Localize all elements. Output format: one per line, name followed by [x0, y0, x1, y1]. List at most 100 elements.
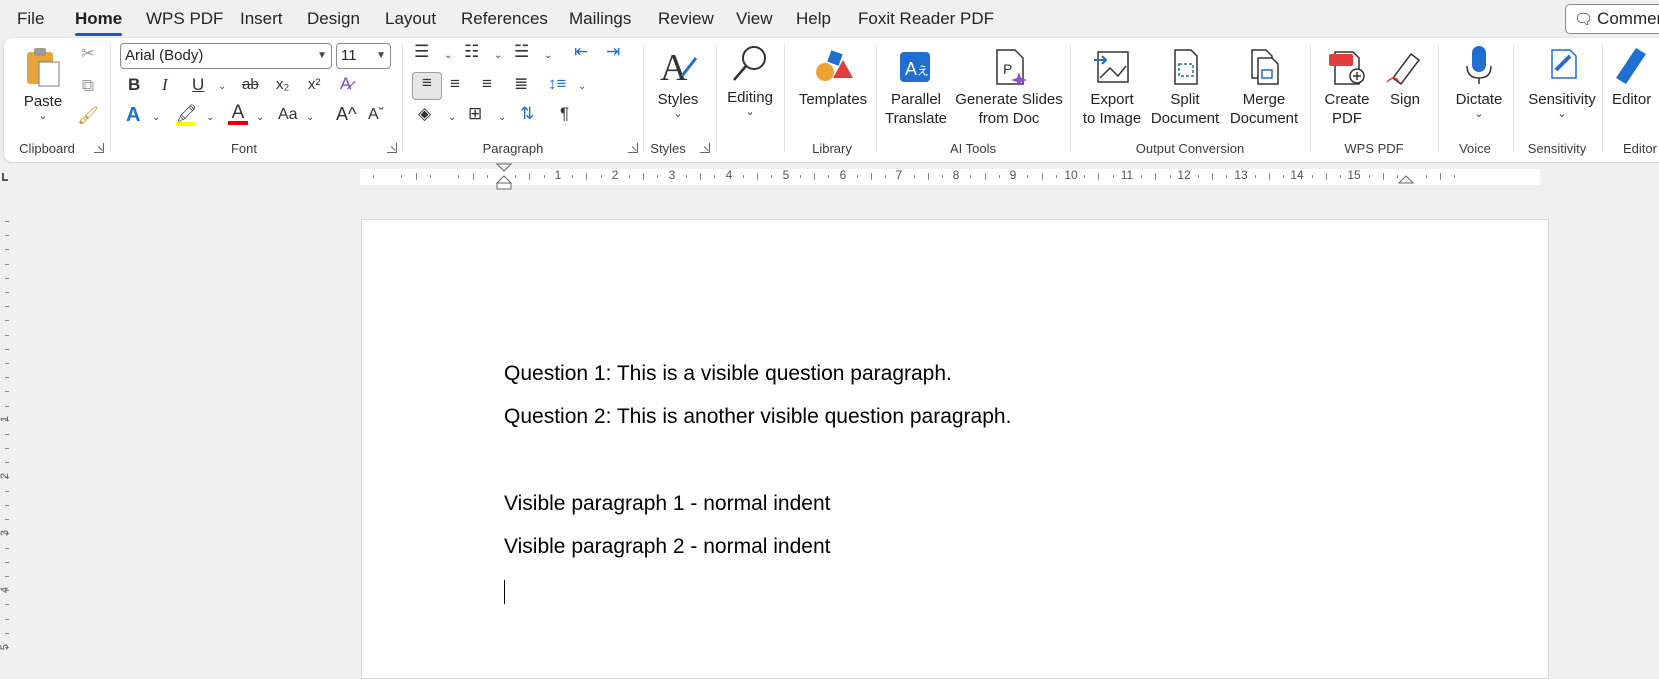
tab-file[interactable]: File [17, 9, 44, 29]
vertical-ruler-tick [5, 405, 9, 407]
shading-dropdown-icon[interactable]: ⌄ [448, 112, 456, 123]
tab-help[interactable]: Help [796, 9, 831, 29]
paste-button[interactable]: Paste ⌄ [20, 46, 66, 122]
text-effects-button[interactable]: A [126, 104, 140, 127]
borders-icon[interactable]: ⊞ [468, 104, 482, 124]
paragraph-visible-2[interactable]: Visible paragraph 2 - normal indent [504, 535, 830, 559]
create-pdf-button[interactable]: Create PDF [1320, 48, 1374, 128]
line-spacing-icon[interactable]: ↕≡ [548, 74, 566, 94]
show-formatting-button[interactable]: ¶ [560, 104, 569, 124]
paragraph-question-1[interactable]: Question 1: This is a visible question p… [504, 362, 952, 386]
vertical-ruler-tick [5, 306, 9, 308]
numbering-icon[interactable]: ☷ [464, 42, 479, 62]
split-document-button[interactable]: Split Document [1150, 48, 1220, 128]
export-to-image-button[interactable]: Export to Image [1080, 48, 1144, 128]
bold-button[interactable]: B [128, 75, 140, 95]
dictate-button[interactable]: Dictate ⌄ [1448, 44, 1510, 120]
text-effects-dropdown-icon[interactable]: ⌄ [152, 112, 160, 123]
styles-launcher-icon[interactable] [700, 143, 710, 153]
ruler-tick [714, 175, 716, 178]
increase-indent-icon[interactable]: ⇥ [606, 42, 620, 62]
split-document-icon [1174, 49, 1198, 85]
shading-icon[interactable]: ◈ [418, 104, 431, 124]
paragraph-question-2[interactable]: Question 2: This is another visible ques… [504, 405, 1011, 429]
font-color-dropdown-icon[interactable]: ⌄ [256, 112, 264, 123]
separator [1602, 44, 1603, 152]
sort-icon[interactable]: ⇅ [520, 104, 534, 124]
italic-button[interactable]: I [162, 75, 168, 95]
highlight-icon[interactable]: 🖍 [176, 104, 198, 126]
align-center-icon[interactable]: ≡ [450, 74, 460, 94]
separator [1438, 44, 1439, 152]
cut-icon[interactable]: ✂ [76, 44, 100, 64]
ruler-tick [927, 173, 929, 180]
underline-dropdown-icon[interactable]: ⌄ [218, 81, 226, 92]
shrink-font-button[interactable]: Aˇ [368, 106, 384, 124]
sensitivity-button[interactable]: Sensitivity ⌄ [1520, 44, 1604, 120]
copy-icon[interactable]: ⧉ [76, 76, 100, 96]
strikethrough-button[interactable]: ab [242, 76, 259, 93]
group-label-wps-pdf: WPS PDF [1344, 141, 1404, 156]
bullets-dropdown-icon[interactable]: ⌄ [444, 50, 452, 61]
font-size-value: 11 [341, 47, 357, 64]
tab-wps-pdf[interactable]: WPS PDF [146, 9, 223, 29]
tab-design[interactable]: Design [307, 9, 360, 29]
font-color-button[interactable]: A [228, 102, 248, 125]
vertical-ruler[interactable]: 1 2 3 4 5 [0, 191, 20, 665]
bullets-icon[interactable]: ☰ [414, 42, 429, 62]
align-left-button[interactable]: ≡ [412, 72, 442, 100]
ruler-tick [685, 175, 687, 178]
editor-button[interactable]: Editor [1612, 44, 1659, 109]
clipboard-launcher-icon[interactable] [94, 143, 104, 153]
tab-selector-icon[interactable] [2, 173, 8, 181]
tab-home[interactable]: Home [75, 9, 123, 36]
paste-dropdown-icon[interactable]: ⌄ [20, 111, 66, 122]
underline-button[interactable]: U [192, 75, 204, 95]
generate-slides-button[interactable]: P Generate Slides from Doc [954, 48, 1064, 128]
change-case-button[interactable]: Aa [278, 106, 298, 124]
multilevel-list-icon[interactable]: ☱ [514, 42, 529, 62]
highlight-dropdown-icon[interactable]: ⌄ [206, 112, 214, 123]
templates-button[interactable]: Templates [794, 48, 872, 109]
ruler-tick [1269, 173, 1271, 180]
format-painter-icon[interactable]: 🖌 [76, 106, 100, 126]
ruler-tick [1155, 173, 1157, 180]
decrease-indent-icon[interactable]: ⇤ [574, 42, 588, 62]
numbering-dropdown-icon[interactable]: ⌄ [494, 50, 502, 61]
ruler-tick [1425, 175, 1427, 178]
sign-button[interactable]: Sign [1380, 48, 1430, 109]
tab-insert[interactable]: Insert [240, 9, 283, 29]
paragraph-launcher-icon[interactable] [628, 143, 638, 153]
tab-references[interactable]: References [461, 9, 548, 29]
font-size-combo[interactable]: 11 ▼ [336, 43, 391, 69]
font-launcher-icon[interactable] [387, 143, 397, 153]
grow-font-button[interactable]: A^ [336, 104, 356, 125]
tab-foxit-reader-pdf[interactable]: Foxit Reader PDF [858, 9, 994, 29]
superscript-button[interactable]: x² [308, 76, 321, 93]
ruler-tick [1368, 175, 1370, 178]
line-spacing-dropdown-icon[interactable]: ⌄ [578, 81, 586, 92]
paragraph-visible-1[interactable]: Visible paragraph 1 - normal indent [504, 492, 830, 516]
multilevel-dropdown-icon[interactable]: ⌄ [544, 50, 552, 61]
tab-layout[interactable]: Layout [385, 9, 436, 29]
borders-dropdown-icon[interactable]: ⌄ [498, 112, 506, 123]
right-indent-marker-icon[interactable] [1398, 173, 1414, 189]
subscript-button[interactable]: x₂ [276, 76, 289, 93]
clear-formatting-icon[interactable]: A̷ [340, 74, 351, 94]
tab-view[interactable]: View [736, 9, 773, 29]
tab-review[interactable]: Review [658, 9, 714, 29]
tab-mailings[interactable]: Mailings [569, 9, 631, 29]
align-right-icon[interactable]: ≡ [482, 74, 492, 94]
document-page[interactable]: Question 1: This is a visible question p… [361, 219, 1549, 679]
comments-button[interactable]: 🗨Commen [1565, 4, 1659, 34]
parallel-translate-button[interactable]: A え Parallel Translate [884, 48, 948, 128]
indent-marker-icon[interactable] [496, 163, 512, 191]
justify-icon[interactable]: ≣ [514, 74, 528, 94]
styles-button[interactable]: A Styles ⌄ [652, 46, 704, 120]
editing-button[interactable]: Editing ⌄ [722, 44, 778, 118]
paste-icon [27, 48, 60, 87]
change-case-dropdown-icon[interactable]: ⌄ [306, 112, 314, 123]
merge-document-button[interactable]: Merge Document [1228, 48, 1300, 128]
horizontal-ruler[interactable]: 1 2 3 4 5 6 7 8 9 10 11 12 13 14 15 [0, 163, 1659, 191]
font-name-combo[interactable]: Arial (Body) ▼ [120, 43, 332, 69]
